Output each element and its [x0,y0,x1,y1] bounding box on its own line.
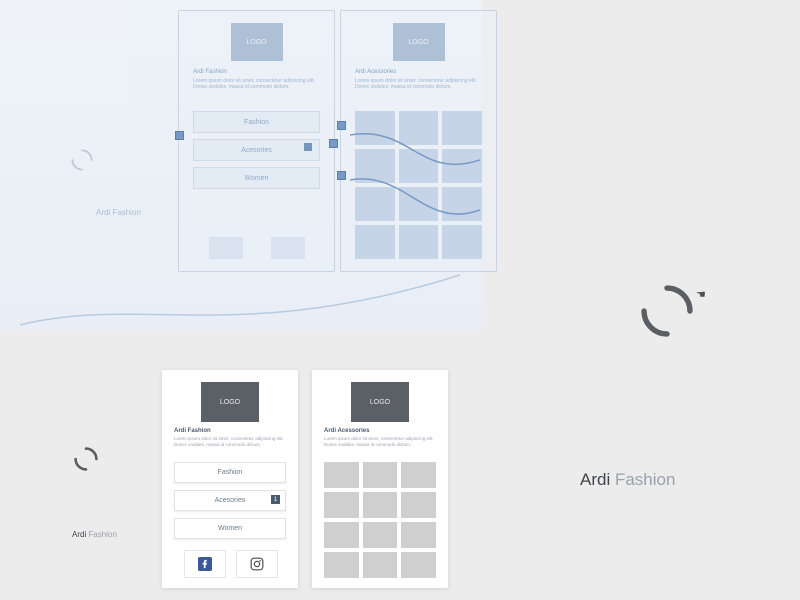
description-text: Lorem ipsum dolor sit amet, consectetur … [193,78,320,90]
product-cell[interactable] [399,149,439,183]
mock-card-home[interactable]: LOGO Ardi Fashion Lorem ipsum dolor sit … [162,370,298,588]
nav-button-fashion[interactable]: Fashion [193,111,320,133]
nav-button-accessories[interactable]: Acesories [193,139,320,161]
blueprint-backdrop: Ardi Fashion LOGO Ardi Fashion Lorem ips… [0,0,482,330]
product-cell[interactable] [355,187,395,221]
logo-placeholder: LOGO [393,23,445,61]
product-cell[interactable] [401,462,436,488]
product-cell[interactable] [363,492,398,518]
product-cell[interactable] [442,187,482,221]
bezier-handle[interactable] [337,171,346,180]
spinner-icon [73,446,99,472]
product-grid [355,111,482,259]
logo-placeholder: LOGO [201,382,259,422]
badge-count [304,143,312,151]
product-cell[interactable] [324,462,359,488]
facebook-icon[interactable] [209,237,243,259]
product-grid [324,462,436,578]
nav-button-women[interactable]: Women [174,518,286,539]
instagram-icon[interactable] [236,550,278,578]
product-cell[interactable] [399,111,439,145]
breadcrumb: Ardi Fashion [580,470,675,490]
spinner-icon [640,284,694,338]
product-cell[interactable] [399,225,439,259]
spinner-icon [70,148,94,172]
page-title: Ardi Acessories [324,428,369,434]
instagram-icon[interactable] [271,237,305,259]
product-cell[interactable] [324,492,359,518]
product-cell[interactable] [355,149,395,183]
logo-placeholder: LOGO [351,382,409,422]
nav-button-women[interactable]: Women [193,167,320,189]
nav-button-fashion[interactable]: Fashion [174,462,286,483]
pointer-cursor-icon: ☚ [696,288,706,301]
product-cell[interactable] [355,111,395,145]
design-canvas: Ardi Fashion LOGO Ardi Fashion Lorem ips… [0,0,800,600]
description-text: Lorem ipsum dolor sit amet, consectetur … [324,436,436,448]
breadcrumb: Ardi Fashion [96,208,141,217]
badge-count: 1 [271,495,280,504]
product-cell[interactable] [363,522,398,548]
page-title: Ardi Fashion [174,428,211,434]
wireframe-home[interactable]: LOGO Ardi Fashion Lorem ipsum dolor sit … [178,10,335,272]
description-text: Lorem ipsum dolor sit amet, consectetur … [355,78,482,90]
product-cell[interactable] [324,552,359,578]
bezier-handle[interactable] [175,131,184,140]
page-title: Ardi Fashion [193,69,227,75]
product-cell[interactable] [401,492,436,518]
product-cell[interactable] [442,225,482,259]
product-cell[interactable] [442,149,482,183]
breadcrumb: Ardi Fashion [72,530,117,539]
product-cell[interactable] [363,552,398,578]
product-cell[interactable] [442,111,482,145]
product-cell[interactable] [401,522,436,548]
product-cell[interactable] [399,187,439,221]
logo-placeholder: LOGO [231,23,283,61]
description-text: Lorem ipsum dolor sit amet, consectetur … [174,436,286,448]
mock-card-accessories[interactable]: LOGO Ardi Acessories Lorem ipsum dolor s… [312,370,448,588]
page-title: Ardi Acessories [355,69,396,75]
product-cell[interactable] [324,522,359,548]
flow-connector [20,265,460,355]
product-cell[interactable] [355,225,395,259]
facebook-icon[interactable] [184,550,226,578]
product-cell[interactable] [401,552,436,578]
bezier-handle[interactable] [337,121,346,130]
nav-button-accessories[interactable]: Acesories [174,490,286,511]
wireframe-accessories[interactable]: LOGO Ardi Acessories Lorem ipsum dolor s… [340,10,497,272]
product-cell[interactable] [363,462,398,488]
bezier-handle[interactable] [329,139,338,148]
